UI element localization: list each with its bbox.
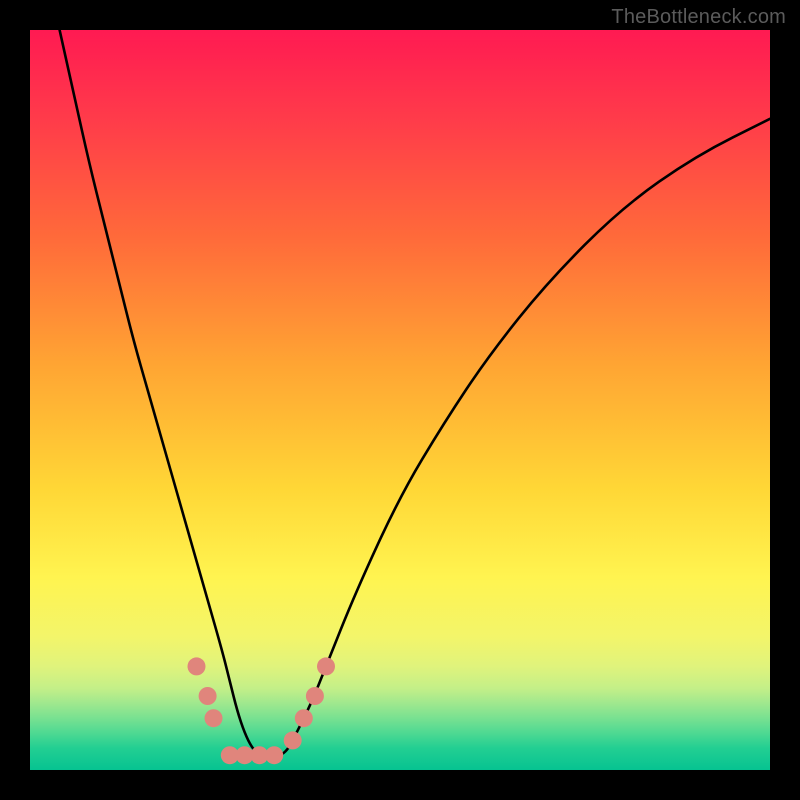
data-marker bbox=[317, 657, 335, 675]
data-marker bbox=[199, 687, 217, 705]
data-marker bbox=[306, 687, 324, 705]
plot-area bbox=[30, 30, 770, 770]
chart-svg bbox=[30, 30, 770, 770]
data-marker bbox=[188, 657, 206, 675]
data-marker bbox=[205, 709, 223, 727]
bottleneck-curve bbox=[60, 30, 770, 755]
chart-frame: TheBottleneck.com bbox=[0, 0, 800, 800]
attribution-label: TheBottleneck.com bbox=[611, 6, 786, 29]
data-marker bbox=[265, 746, 283, 764]
data-marker bbox=[295, 709, 313, 727]
data-marker bbox=[284, 731, 302, 749]
